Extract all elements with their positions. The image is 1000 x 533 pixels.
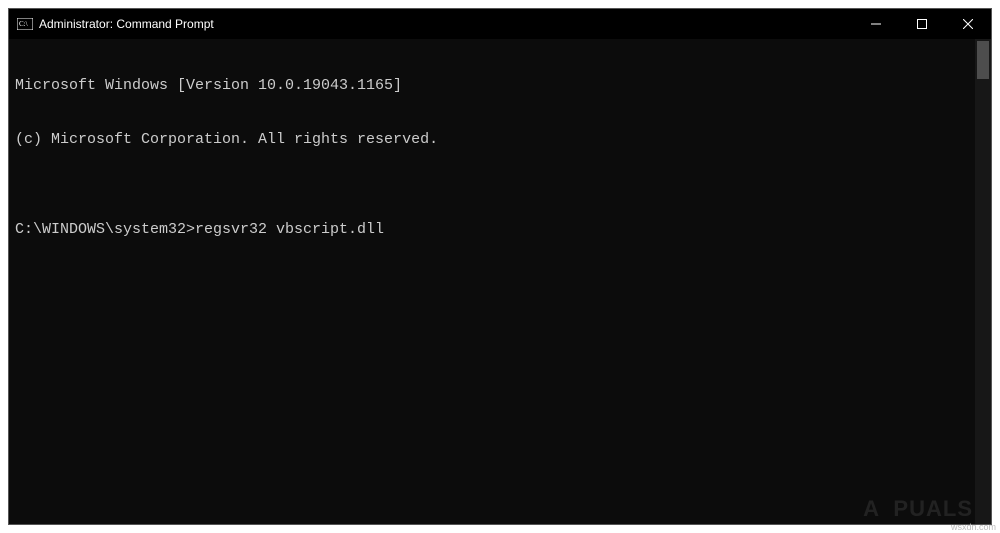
maximize-button[interactable] [899,9,945,39]
terminal-line: Microsoft Windows [Version 10.0.19043.11… [15,77,985,95]
svg-text:C:\: C:\ [19,20,28,28]
watermark-text: A PUALS [863,500,973,518]
terminal-line: C:\WINDOWS\system32>regsvr32 vbscript.dl… [15,221,985,239]
minimize-button[interactable] [853,9,899,39]
titlebar[interactable]: C:\ Administrator: Command Prompt [9,9,991,39]
vertical-scrollbar[interactable] [975,39,991,524]
scrollbar-thumb[interactable] [977,41,989,79]
terminal-line: (c) Microsoft Corporation. All rights re… [15,131,985,149]
close-button[interactable] [945,9,991,39]
window-title: Administrator: Command Prompt [39,17,214,31]
command-prompt-window: C:\ Administrator: Command Prompt Micros… [8,8,992,525]
terminal-area[interactable]: Microsoft Windows [Version 10.0.19043.11… [9,39,991,524]
cmd-icon: C:\ [17,16,33,32]
attribution-text: wsxdn.com [951,522,996,532]
